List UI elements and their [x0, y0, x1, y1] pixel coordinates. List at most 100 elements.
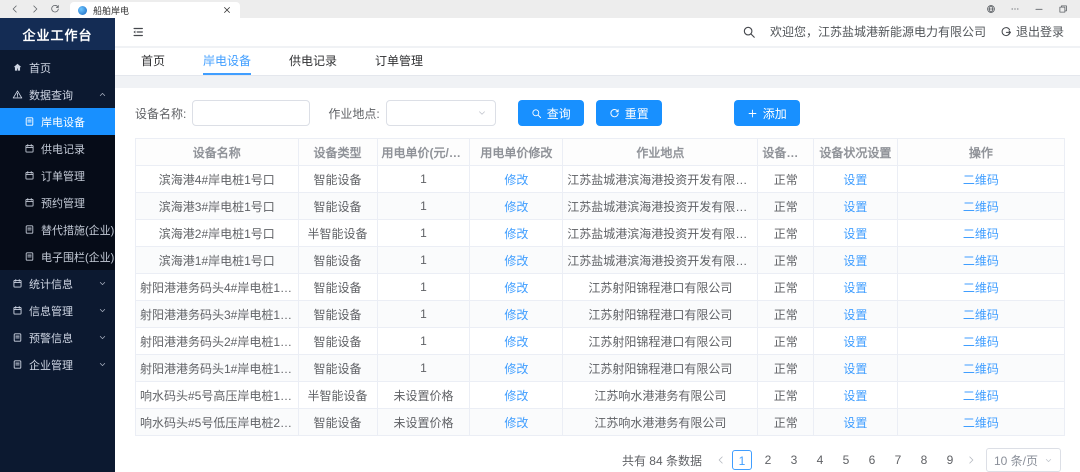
sidebar-item-label: 企业管理 — [29, 357, 73, 373]
plus-icon — [747, 108, 758, 119]
page-7[interactable]: 7 — [888, 450, 908, 470]
sidebar-item-statistics-info[interactable]: 统计信息 — [0, 270, 115, 297]
modify-link[interactable]: 修改 — [504, 227, 528, 241]
forward-icon[interactable] — [30, 4, 40, 14]
device-icon — [24, 251, 35, 262]
sidebar: 企业工作台 首页数据查询岸电设备供电记录订单管理预约管理替代措施(企业)电子围栏… — [0, 18, 115, 472]
device-name-label: 设备名称: — [135, 105, 186, 122]
modify-link[interactable]: 修改 — [504, 173, 528, 187]
unit-price-cell: 1 — [377, 328, 470, 355]
modify-link[interactable]: 修改 — [504, 389, 528, 403]
modify-link[interactable]: 修改 — [504, 308, 528, 322]
status-set-link[interactable]: 设置 — [843, 308, 867, 322]
page-6[interactable]: 6 — [862, 450, 882, 470]
reset-button[interactable]: 重置 — [596, 100, 662, 126]
status-set-link[interactable]: 设置 — [843, 281, 867, 295]
page-1[interactable]: 1 — [732, 450, 752, 470]
device-name-input[interactable] — [192, 100, 310, 126]
status-set-link[interactable]: 设置 — [843, 416, 867, 430]
qrcode-link[interactable]: 二维码 — [963, 308, 999, 322]
modify-link[interactable]: 修改 — [504, 335, 528, 349]
sidebar-subitem-order-management[interactable]: 订单管理 — [0, 162, 115, 189]
chevDown-icon — [98, 279, 107, 288]
tab-shore-power-device[interactable]: 岸电设备 — [203, 48, 251, 76]
sidebar-menu: 首页数据查询岸电设备供电记录订单管理预约管理替代措施(企业)电子围栏(企业)统计… — [0, 50, 115, 472]
sidebar-subitem-label: 供电记录 — [41, 141, 85, 157]
minimize-icon[interactable] — [1034, 4, 1044, 14]
restore-icon[interactable] — [1058, 4, 1068, 14]
qrcode-link[interactable]: 二维码 — [963, 254, 999, 268]
unit-price-cell: 1 — [377, 274, 470, 301]
tab-home[interactable]: 首页 — [141, 48, 165, 76]
modify-link[interactable]: 修改 — [504, 281, 528, 295]
page-size-select[interactable]: 10 条/页 — [986, 448, 1061, 472]
page-4[interactable]: 4 — [810, 450, 830, 470]
home-icon — [12, 62, 23, 73]
unit-price-cell: 1 — [377, 193, 470, 220]
welcome-text: 欢迎您，江苏盐城港新能源电力有限公司 — [770, 23, 986, 40]
browser-nav-buttons — [0, 4, 70, 14]
search-icon[interactable] — [742, 25, 756, 39]
qrcode-link[interactable]: 二维码 — [963, 416, 999, 430]
sidebar-item-data-query[interactable]: 数据查询 — [0, 81, 115, 108]
sidebar-subitem-shore-power-device[interactable]: 岸电设备 — [0, 108, 115, 135]
qrcode-link[interactable]: 二维码 — [963, 227, 999, 241]
calendar-icon — [24, 143, 35, 154]
sidebar-subitem-electronic-fence[interactable]: 电子围栏(企业) — [0, 243, 115, 270]
status-set-link[interactable]: 设置 — [843, 227, 867, 241]
status-cell: 正常 — [758, 409, 814, 436]
qrcode-link[interactable]: 二维码 — [963, 362, 999, 376]
modify-link[interactable]: 修改 — [504, 362, 528, 376]
sidebar-item-enterprise-management[interactable]: 企业管理 — [0, 351, 115, 378]
sidebar-item-info-management[interactable]: 信息管理 — [0, 297, 115, 324]
page-8[interactable]: 8 — [914, 450, 934, 470]
status-set-link[interactable]: 设置 — [843, 362, 867, 376]
sidebar-subitem-label: 预约管理 — [41, 195, 85, 211]
more-icon[interactable] — [1010, 4, 1020, 14]
qrcode-link[interactable]: 二维码 — [963, 200, 999, 214]
device-icon — [24, 116, 35, 127]
page-9[interactable]: 9 — [940, 450, 960, 470]
tab-order-management[interactable]: 订单管理 — [375, 48, 423, 76]
back-icon[interactable] — [716, 455, 726, 465]
topbar: 欢迎您，江苏盐城港新能源电力有限公司 退出登录 — [115, 18, 1080, 46]
tab-power-supply-record[interactable]: 供电记录 — [289, 48, 337, 76]
browser-tab[interactable]: 船舶岸电 — [70, 2, 240, 18]
status-set-link[interactable]: 设置 — [843, 173, 867, 187]
modify-link[interactable]: 修改 — [504, 416, 528, 430]
close-icon[interactable] — [222, 5, 232, 15]
add-button[interactable]: 添加 — [734, 100, 800, 126]
page-5[interactable]: 5 — [836, 450, 856, 470]
collapse-icon[interactable] — [131, 25, 145, 39]
sidebar-item-warning-info[interactable]: 预警信息 — [0, 324, 115, 351]
page-3[interactable]: 3 — [784, 450, 804, 470]
sidebar-item-label: 首页 — [29, 60, 51, 76]
location-select[interactable] — [386, 100, 496, 126]
sidebar-subitem-alternative-measures[interactable]: 替代措施(企业) — [0, 216, 115, 243]
qrcode-link[interactable]: 二维码 — [963, 281, 999, 295]
column-header: 操作 — [897, 139, 1064, 166]
page-2[interactable]: 2 — [758, 450, 778, 470]
qrcode-link[interactable]: 二维码 — [963, 173, 999, 187]
status-set-link[interactable]: 设置 — [843, 335, 867, 349]
search-button[interactable]: 查询 — [518, 100, 584, 126]
logout-button[interactable]: 退出登录 — [1000, 23, 1064, 40]
status-set-link[interactable]: 设置 — [843, 254, 867, 268]
status-set-link[interactable]: 设置 — [843, 389, 867, 403]
back-icon[interactable] — [10, 4, 20, 14]
modify-link[interactable]: 修改 — [504, 254, 528, 268]
status-cell: 正常 — [758, 355, 814, 382]
forward-icon[interactable] — [966, 455, 976, 465]
modify-link[interactable]: 修改 — [504, 200, 528, 214]
logout-label: 退出登录 — [1016, 23, 1064, 40]
sidebar-subitem-reservation-management[interactable]: 预约管理 — [0, 189, 115, 216]
globe-icon[interactable] — [986, 4, 996, 14]
sidebar-item-home[interactable]: 首页 — [0, 54, 115, 81]
column-header: 设备名称 — [136, 139, 299, 166]
status-set-link[interactable]: 设置 — [843, 200, 867, 214]
sidebar-subitem-power-supply-record[interactable]: 供电记录 — [0, 135, 115, 162]
refresh-icon[interactable] — [50, 4, 60, 14]
qrcode-link[interactable]: 二维码 — [963, 335, 999, 349]
chevDown-icon — [98, 306, 107, 315]
qrcode-link[interactable]: 二维码 — [963, 389, 999, 403]
